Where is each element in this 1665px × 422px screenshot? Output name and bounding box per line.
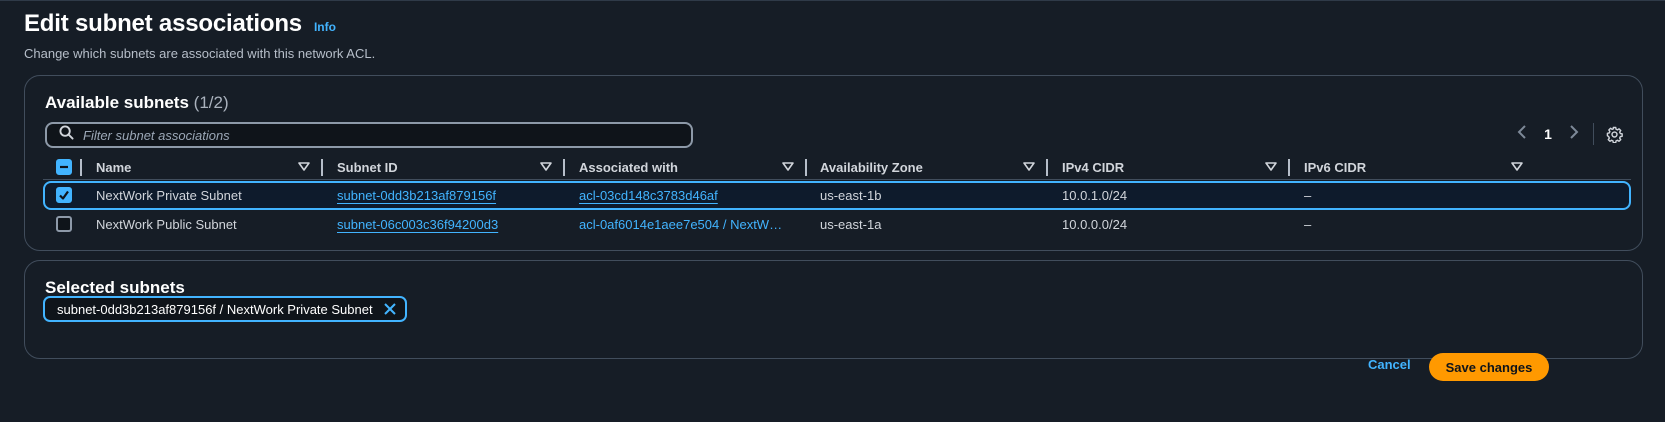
availability-zone: us-east-1a bbox=[820, 217, 882, 232]
ipv4-cidr: 10.0.0.0/24 bbox=[1062, 217, 1128, 232]
available-subnets-heading: Available subnets (1/2) bbox=[45, 93, 229, 113]
ipv4-cidr: 10.0.1.0/24 bbox=[1062, 188, 1128, 203]
ipv6-cidr: – bbox=[1304, 188, 1312, 203]
column-label: Name bbox=[96, 159, 132, 175]
column-label: Subnet ID bbox=[337, 159, 398, 175]
selected-subnet-token: subnet-0dd3b213af879156f / NextWork Priv… bbox=[43, 296, 407, 322]
ipv6-cidr: – bbox=[1304, 217, 1312, 232]
search-icon bbox=[59, 125, 74, 145]
pager-divider bbox=[1593, 123, 1594, 145]
subnet-id-link[interactable]: subnet-06c003c36f94200d3 bbox=[337, 217, 498, 232]
page-description: Change which subnets are associated with… bbox=[24, 46, 376, 61]
close-icon[interactable] bbox=[383, 302, 397, 316]
table-header: Name Subnet ID Associated with Availabil… bbox=[43, 154, 1631, 180]
column-header-availability-zone[interactable]: Availability Zone bbox=[820, 154, 923, 180]
column-header-subnet-id[interactable]: Subnet ID bbox=[337, 154, 398, 180]
token-label: subnet-0dd3b213af879156f / NextWork Priv… bbox=[57, 301, 373, 317]
table-row[interactable]: NextWork Public Subnet subnet-06c003c36f… bbox=[43, 210, 1631, 239]
associated-acl-link[interactable]: acl-03cd148c3783d46af bbox=[579, 188, 718, 203]
chevron-right-icon[interactable] bbox=[1563, 124, 1585, 144]
column-divider[interactable] bbox=[1046, 159, 1048, 176]
column-header-ipv6-cidr[interactable]: IPv6 CIDR bbox=[1304, 154, 1366, 180]
column-label: Availability Zone bbox=[820, 159, 923, 175]
row-checkbox[interactable] bbox=[56, 216, 72, 232]
column-label: IPv6 CIDR bbox=[1304, 159, 1367, 175]
sort-caret-icon[interactable] bbox=[1265, 162, 1277, 172]
cancel-button[interactable]: Cancel bbox=[1368, 357, 1411, 372]
row-checkbox[interactable] bbox=[56, 187, 72, 203]
available-subnets-title: Available subnets bbox=[45, 93, 189, 112]
column-header-name[interactable]: Name bbox=[96, 154, 131, 180]
filter-box[interactable] bbox=[45, 122, 693, 148]
column-divider bbox=[80, 159, 82, 176]
subnet-id-link[interactable]: subnet-0dd3b213af879156f bbox=[337, 188, 496, 203]
selected-subnets-heading: Selected subnets bbox=[45, 278, 185, 297]
info-link[interactable]: Info bbox=[314, 20, 336, 34]
subnets-table: Name Subnet ID Associated with Availabil… bbox=[43, 154, 1631, 239]
sort-caret-icon[interactable] bbox=[298, 162, 310, 172]
sort-caret-icon[interactable] bbox=[540, 162, 552, 172]
page-number[interactable]: 1 bbox=[1533, 126, 1563, 142]
filter-input[interactable] bbox=[83, 127, 673, 143]
title-row: Edit subnet associations Info bbox=[24, 10, 375, 38]
column-header-ipv4-cidr[interactable]: IPv4 CIDR bbox=[1062, 154, 1124, 180]
column-divider[interactable] bbox=[321, 159, 323, 176]
selected-subnets-panel: Selected subnets subnet-0dd3b213af879156… bbox=[24, 260, 1643, 359]
chevron-left-icon[interactable] bbox=[1511, 124, 1533, 144]
save-changes-button[interactable]: Save changes bbox=[1429, 353, 1549, 381]
page-header: Edit subnet associations Info Change whi… bbox=[24, 10, 375, 61]
availability-zone: us-east-1b bbox=[820, 188, 882, 203]
column-header-associated-with[interactable]: Associated with bbox=[579, 154, 678, 180]
table-row[interactable]: NextWork Private Subnet subnet-0dd3b213a… bbox=[43, 181, 1631, 210]
available-subnets-panel: Available subnets (1/2) 1 Name bbox=[24, 75, 1643, 251]
sort-caret-icon[interactable] bbox=[1511, 162, 1523, 172]
gear-icon[interactable] bbox=[1604, 124, 1624, 144]
sort-caret-icon[interactable] bbox=[782, 162, 794, 172]
select-all-checkbox[interactable] bbox=[56, 159, 72, 175]
column-divider[interactable] bbox=[805, 159, 807, 176]
column-divider[interactable] bbox=[1288, 159, 1290, 176]
indeterminate-icon bbox=[60, 165, 68, 169]
column-label: IPv4 CIDR bbox=[1062, 159, 1125, 175]
selection-count: (1/2) bbox=[193, 93, 229, 112]
associated-acl-link[interactable]: acl-0af6014e1aee7e504 / NextW… bbox=[579, 217, 782, 232]
checkmark-icon bbox=[59, 190, 69, 200]
page-title: Edit subnet associations bbox=[24, 10, 302, 37]
top-divider bbox=[0, 0, 1665, 1]
sort-caret-icon[interactable] bbox=[1023, 162, 1035, 172]
subnet-name: NextWork Private Subnet bbox=[96, 188, 242, 203]
subnet-name: NextWork Public Subnet bbox=[96, 217, 237, 232]
column-divider[interactable] bbox=[563, 159, 565, 176]
pagination: 1 bbox=[1511, 120, 1624, 148]
column-label: Associated with bbox=[579, 159, 678, 175]
